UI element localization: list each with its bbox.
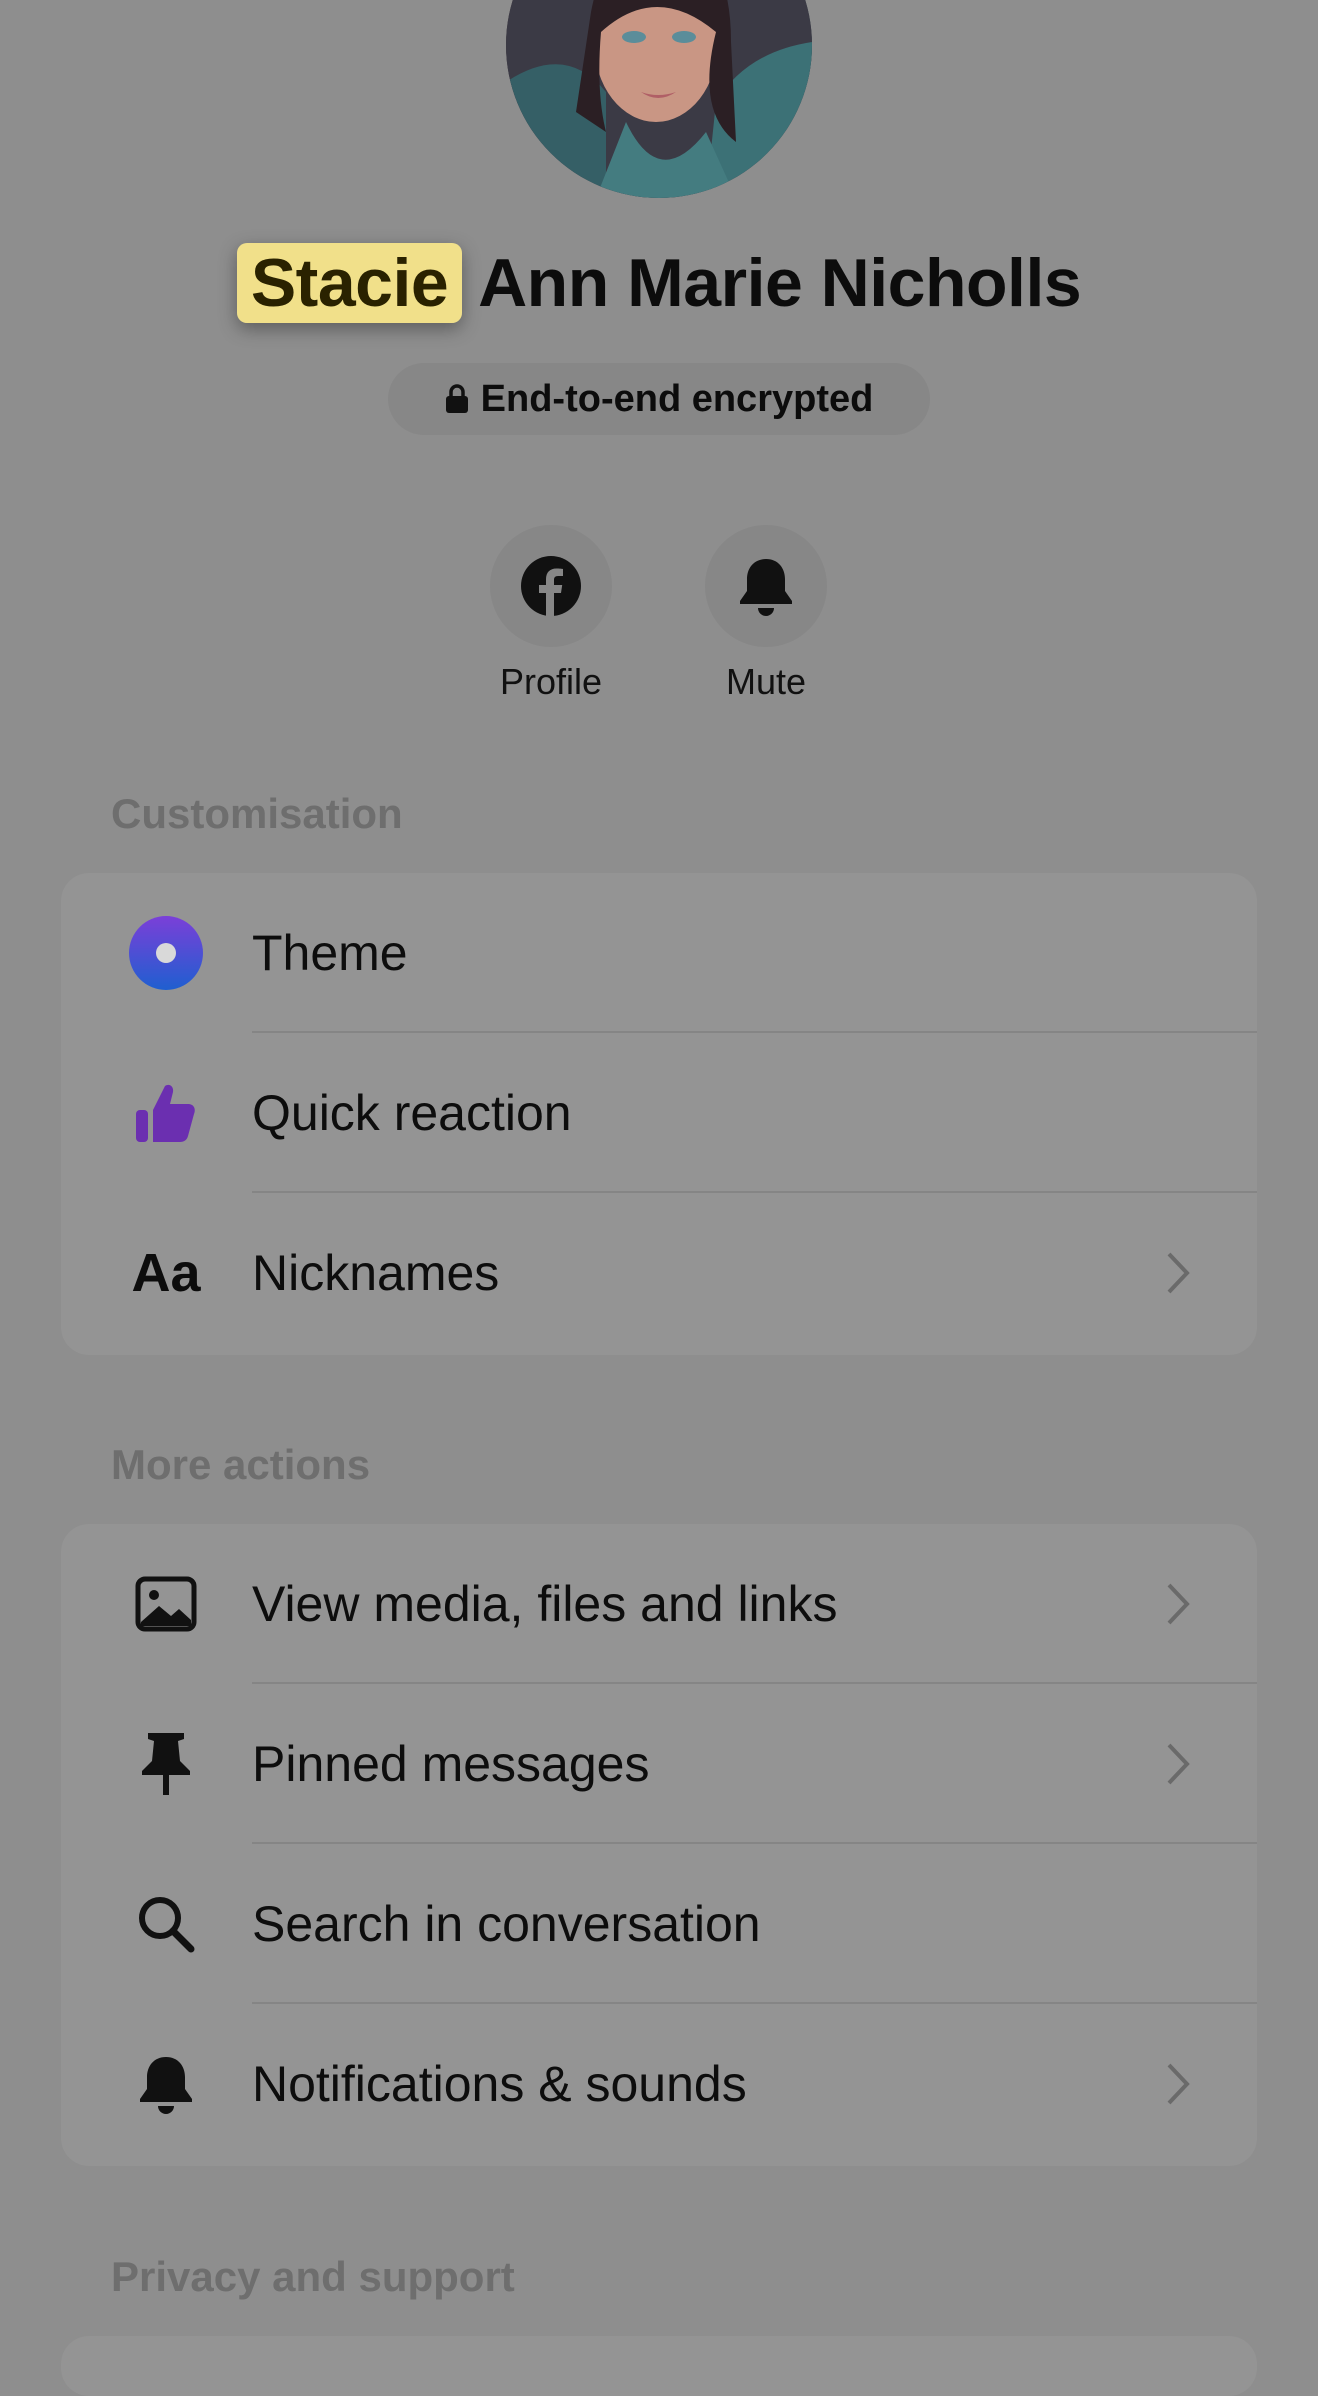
search-conversation-label: Search in conversation xyxy=(252,1896,761,1952)
theme-row[interactable]: Theme xyxy=(61,873,1257,1033)
customisation-card: Theme Quick reaction Aa Nicknames xyxy=(61,873,1257,1355)
view-media-label: View media, files and links xyxy=(252,1576,838,1632)
bell-icon xyxy=(740,559,792,616)
more-actions-card: View media, files and links Pinned messa… xyxy=(61,1524,1257,2166)
encryption-badge[interactable]: End-to-end encrypted xyxy=(388,363,930,435)
section-title-privacy: Privacy and support xyxy=(111,2253,515,2300)
contact-name: Stacie Ann Marie Nicholls xyxy=(0,238,1318,328)
facebook-icon xyxy=(521,556,581,617)
search-conversation-row[interactable]: Search in conversation xyxy=(61,1844,1257,2004)
section-title-customisation: Customisation xyxy=(111,790,403,837)
avatar[interactable] xyxy=(506,0,812,198)
chevron-right-icon xyxy=(1167,2063,1190,2105)
profile-button[interactable]: Profile xyxy=(471,525,631,703)
thumbs-up-icon xyxy=(126,1073,206,1153)
nicknames-row[interactable]: Aa Nicknames xyxy=(61,1193,1257,1353)
lock-icon xyxy=(445,384,468,413)
notifications-row[interactable]: Notifications & sounds xyxy=(61,2004,1257,2164)
view-media-row[interactable]: View media, files and links xyxy=(61,1524,1257,1684)
profile-label: Profile xyxy=(499,661,603,702)
pin-icon xyxy=(126,1724,206,1804)
theme-label: Theme xyxy=(252,925,408,981)
theme-icon xyxy=(126,913,206,993)
nicknames-label: Nicknames xyxy=(252,1245,500,1301)
privacy-card xyxy=(61,2336,1257,2396)
notifications-label: Notifications & sounds xyxy=(252,2056,747,2112)
chevron-right-icon xyxy=(1167,1252,1190,1294)
mute-label: Mute xyxy=(725,661,807,702)
pinned-messages-label: Pinned messages xyxy=(252,1736,650,1792)
quick-reaction-row[interactable]: Quick reaction xyxy=(61,1033,1257,1193)
pinned-messages-row[interactable]: Pinned messages xyxy=(61,1684,1257,1844)
quick-reaction-label: Quick reaction xyxy=(252,1085,572,1141)
aa-icon: Aa xyxy=(131,1243,201,1303)
mute-button[interactable]: Mute xyxy=(686,525,846,703)
encryption-label: End-to-end encrypted xyxy=(480,377,874,420)
chevron-right-icon xyxy=(1167,1743,1190,1785)
chevron-right-icon xyxy=(1167,1583,1190,1625)
search-icon xyxy=(126,1884,206,1964)
name-rest: Ann Marie Nicholls xyxy=(478,245,1082,321)
bell-icon xyxy=(126,2044,206,2124)
name-highlight: Stacie xyxy=(236,243,463,323)
image-icon xyxy=(126,1564,206,1644)
section-title-more-actions: More actions xyxy=(111,1441,371,1488)
